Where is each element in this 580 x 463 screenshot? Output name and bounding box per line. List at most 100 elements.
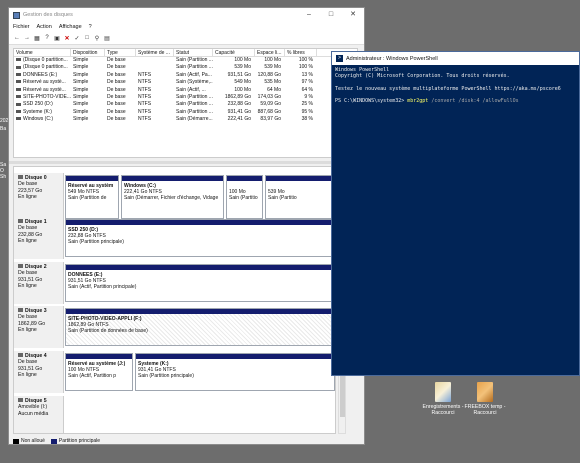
- volume-list-header: Volume Disposition Type Système de ... S…: [14, 49, 357, 57]
- disk-row[interactable]: Disque 1 De base 232,88 Go En ligne SSD …: [14, 217, 335, 259]
- disk-status: En ligne: [18, 193, 37, 200]
- console-output[interactable]: Windows PowerShell Copyright (C) Microsof…: [332, 65, 579, 106]
- powershell-window[interactable]: > Administrateur : Windows PowerShell Wi…: [331, 51, 580, 376]
- partition-status: Sain (Partition de données de base): [68, 328, 148, 335]
- volume-row[interactable]: Réservé au systè... Simple De base NTFS Sain…: [14, 87, 357, 94]
- volume-cell: NTFS: [138, 93, 152, 100]
- column-header[interactable]: Espace li...: [255, 49, 285, 56]
- volume-cell: De base: [107, 101, 126, 108]
- partition[interactable]: SSD 250 (D:) 232,88 Go NTFS Sain (Partit…: [65, 219, 335, 257]
- partition[interactable]: 100 Mo Sain (Partitio: [226, 175, 263, 219]
- help-icon[interactable]: ?: [43, 34, 51, 42]
- view-icon[interactable]: ▤: [103, 34, 111, 42]
- volume-cell: 97 %: [301, 79, 313, 86]
- volume-row[interactable]: (Disque 0 partition... Simple De base Sain …: [14, 57, 357, 64]
- powershell-title: Administrateur : Windows PowerShell: [346, 55, 438, 62]
- disk-label[interactable]: Disque 2 De base 931,51 Go En ligne: [14, 262, 64, 304]
- volume-cell: NTFS: [138, 116, 152, 123]
- volume-cell: Simple: [73, 108, 89, 115]
- disk-status: En ligne: [18, 282, 37, 289]
- minimize-button[interactable]: –: [298, 8, 320, 22]
- volume-name: Windows (C:): [23, 116, 54, 123]
- volume-name: (Disque 0 partition...: [23, 64, 68, 71]
- powershell-titlebar[interactable]: > Administrateur : Windows PowerShell: [332, 52, 579, 65]
- volume-row[interactable]: SITE-PHOTO-VIDE... Simple De base NTFS Sain …: [14, 94, 357, 101]
- back-icon[interactable]: ←: [13, 34, 21, 42]
- disk-row[interactable]: Disque 4 De base 931,51 Go En ligne Rése…: [14, 351, 335, 393]
- volume-row[interactable]: Réservé au systè... Simple De base NTFS Sain…: [14, 79, 357, 86]
- check-icon[interactable]: ✓: [73, 34, 81, 42]
- volume-cell: 100 Mo: [234, 57, 251, 63]
- column-header[interactable]: Volume: [14, 49, 71, 56]
- column-header[interactable]: % libres: [285, 49, 317, 56]
- shortcut-label: FREEBOX temp - Raccourci: [464, 404, 506, 416]
- disk-icon: [18, 353, 23, 357]
- partition[interactable]: SITE-PHOTO-VIDEO-APPLI (F:) 1862,89 Go N…: [65, 308, 335, 346]
- volume-row[interactable]: Systeme (K:) Simple De base NTFS Sain (Parti…: [14, 109, 357, 116]
- volume-cell: Sain (Partition ...: [176, 101, 213, 108]
- disk-label[interactable]: Disque 0 De base 223,57 Go En ligne: [14, 173, 64, 221]
- partition-status: Sain (Partition de: [68, 195, 107, 202]
- folder-icon[interactable]: □: [83, 34, 91, 42]
- volume-icon: [16, 95, 21, 99]
- list-view-icon[interactable]: ▦: [33, 34, 41, 42]
- desktop-shortcut-freebox[interactable]: FREEBOX temp - Raccourci: [458, 382, 512, 416]
- menu-action[interactable]: Action: [37, 24, 52, 30]
- partition-status: Sain (Démarrer, Fichier d'échange, Vidag…: [124, 195, 219, 202]
- volume-cell: 100 %: [298, 57, 313, 63]
- menu-fichier[interactable]: Fichier: [13, 24, 30, 30]
- disk-row[interactable]: Disque 0 De base 223,57 Go En ligne Rése…: [14, 173, 335, 221]
- forward-icon[interactable]: →: [23, 34, 31, 42]
- disk-label[interactable]: Disque 5 Amovible (I:) Aucun média: [14, 396, 64, 433]
- volume-name: (Disque 0 partition...: [23, 57, 68, 63]
- console-line: Testez le nouveau système multiplateform…: [335, 85, 561, 92]
- toolbar: ← → ▦ ? ▣ ✕ ✓ □ ⚲ ▤: [9, 32, 364, 45]
- column-header[interactable]: Disposition: [71, 49, 105, 56]
- window-titlebar[interactable]: Gestion des disques – □ ✕: [9, 8, 364, 22]
- close-button[interactable]: ✕: [342, 8, 364, 22]
- powershell-icon: >: [336, 55, 343, 62]
- volume-icon: [16, 109, 21, 113]
- volume-name: Systeme (K:): [23, 108, 52, 115]
- disk-label[interactable]: Disque 1 De base 232,88 Go En ligne: [14, 217, 64, 259]
- disk-row[interactable]: Disque 2 De base 931,51 Go En ligne DONN…: [14, 262, 335, 304]
- partition[interactable]: Réservé au systèm 549 Mo NTFS Sain (Part…: [65, 175, 119, 219]
- volume-cell: 535 Mo: [264, 79, 281, 86]
- volume-cell: 13 %: [301, 71, 313, 78]
- partition[interactable]: Réservé au système (J:) 100 Mo NTFS Sain…: [65, 353, 133, 391]
- volume-row[interactable]: SSD 250 (D:) Simple De base NTFS Sain (Parti…: [14, 101, 357, 108]
- maximize-button[interactable]: □: [320, 8, 342, 22]
- column-header[interactable]: Statut: [174, 49, 213, 56]
- volume-name: Réservé au systè...: [23, 79, 66, 86]
- disk-row[interactable]: Disque 3 De base 1862,89 Go En ligne SIT…: [14, 306, 335, 348]
- column-header[interactable]: Capacité: [213, 49, 255, 56]
- volume-cell: De base: [107, 57, 126, 63]
- partition[interactable]: DONNEES (E:) 931,51 Go NTFS Sain (Actif,…: [65, 264, 335, 302]
- volume-row[interactable]: (Disque 0 partition... Simple De base Sain …: [14, 64, 357, 71]
- disk-label[interactable]: Disque 4 De base 931,51 Go En ligne: [14, 351, 64, 393]
- volume-cell: 174,03 Go: [257, 93, 281, 100]
- menu-help[interactable]: ?: [89, 24, 92, 30]
- folder-shortcut-icon: [477, 382, 493, 402]
- volume-cell: De base: [107, 64, 126, 71]
- disk-row[interactable]: Disque 5 Amovible (I:) Aucun média: [14, 396, 335, 433]
- properties-icon[interactable]: ▣: [53, 34, 61, 42]
- partition[interactable]: Windows (C:) 222,41 Go NTFS Sain (Démarr…: [121, 175, 224, 219]
- column-header[interactable]: Type: [105, 49, 136, 56]
- volume-row[interactable]: Windows (C:) Simple De base NTFS Sain (Démar…: [14, 116, 357, 123]
- column-header[interactable]: Système de ...: [136, 49, 174, 56]
- pane-splitter[interactable]: [9, 161, 366, 164]
- volume-name: SSD 250 (D:): [23, 101, 53, 108]
- delete-icon[interactable]: ✕: [63, 34, 71, 42]
- volume-cell: 64 %: [301, 86, 313, 93]
- volume-row[interactable]: DONNEES (E:) Simple De base NTFS Sain (Actif…: [14, 72, 357, 79]
- volume-cell: 539 Mo: [234, 64, 251, 71]
- partition[interactable]: 539 Mo Sain (Partitio: [265, 175, 333, 219]
- menu-affichage[interactable]: Affichage: [59, 24, 82, 30]
- volume-icon: [16, 72, 21, 76]
- search-icon[interactable]: ⚲: [93, 34, 101, 42]
- disk-label[interactable]: Disque 3 De base 1862,89 Go En ligne: [14, 306, 64, 348]
- volume-icon: [16, 117, 21, 121]
- volume-cell: 100 %: [298, 64, 313, 71]
- partition[interactable]: Systeme (K:) 931,41 Go NTFS Sain (Partit…: [135, 353, 335, 391]
